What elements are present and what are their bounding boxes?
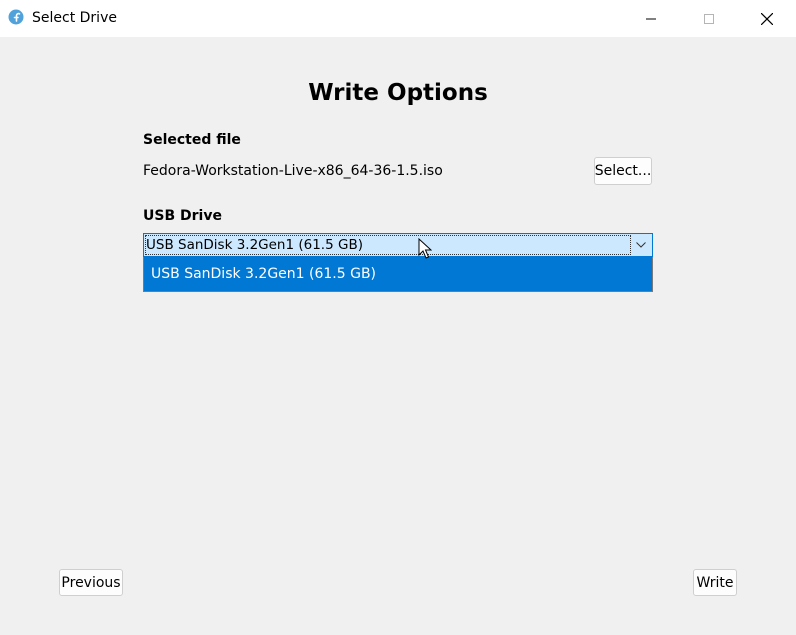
usb-drive-label: USB Drive — [143, 208, 222, 224]
fedora-icon — [8, 9, 24, 25]
title-bar: Select Drive — [0, 0, 796, 37]
selected-file-label: Selected file — [143, 132, 241, 148]
mouse-pointer-icon — [418, 238, 432, 259]
minimize-icon — [646, 18, 656, 19]
usb-drive-dropdown[interactable]: USB SanDisk 3.2Gen1 (61.5 GB) — [143, 233, 653, 257]
previous-button[interactable]: Previous — [59, 569, 123, 596]
close-icon — [761, 12, 773, 25]
window-title: Select Drive — [32, 10, 117, 26]
close-button[interactable] — [738, 0, 796, 37]
page-title: Write Options — [308, 80, 488, 106]
usb-drive-option[interactable]: USB SanDisk 3.2Gen1 (61.5 GB) — [151, 266, 376, 282]
minimize-button[interactable] — [622, 0, 680, 37]
maximize-button[interactable] — [680, 0, 738, 37]
write-button[interactable]: Write — [693, 569, 737, 596]
selected-file-name: Fedora-Workstation-Live-x86_64-36-1.5.is… — [143, 163, 443, 179]
select-file-button[interactable]: Select... — [594, 157, 652, 185]
maximize-icon — [704, 13, 714, 24]
usb-drive-selected-value: USB SanDisk 3.2Gen1 (61.5 GB) — [146, 237, 363, 253]
usb-drive-options-list: USB SanDisk 3.2Gen1 (61.5 GB) — [143, 257, 653, 292]
chevron-down-icon[interactable] — [632, 236, 650, 254]
